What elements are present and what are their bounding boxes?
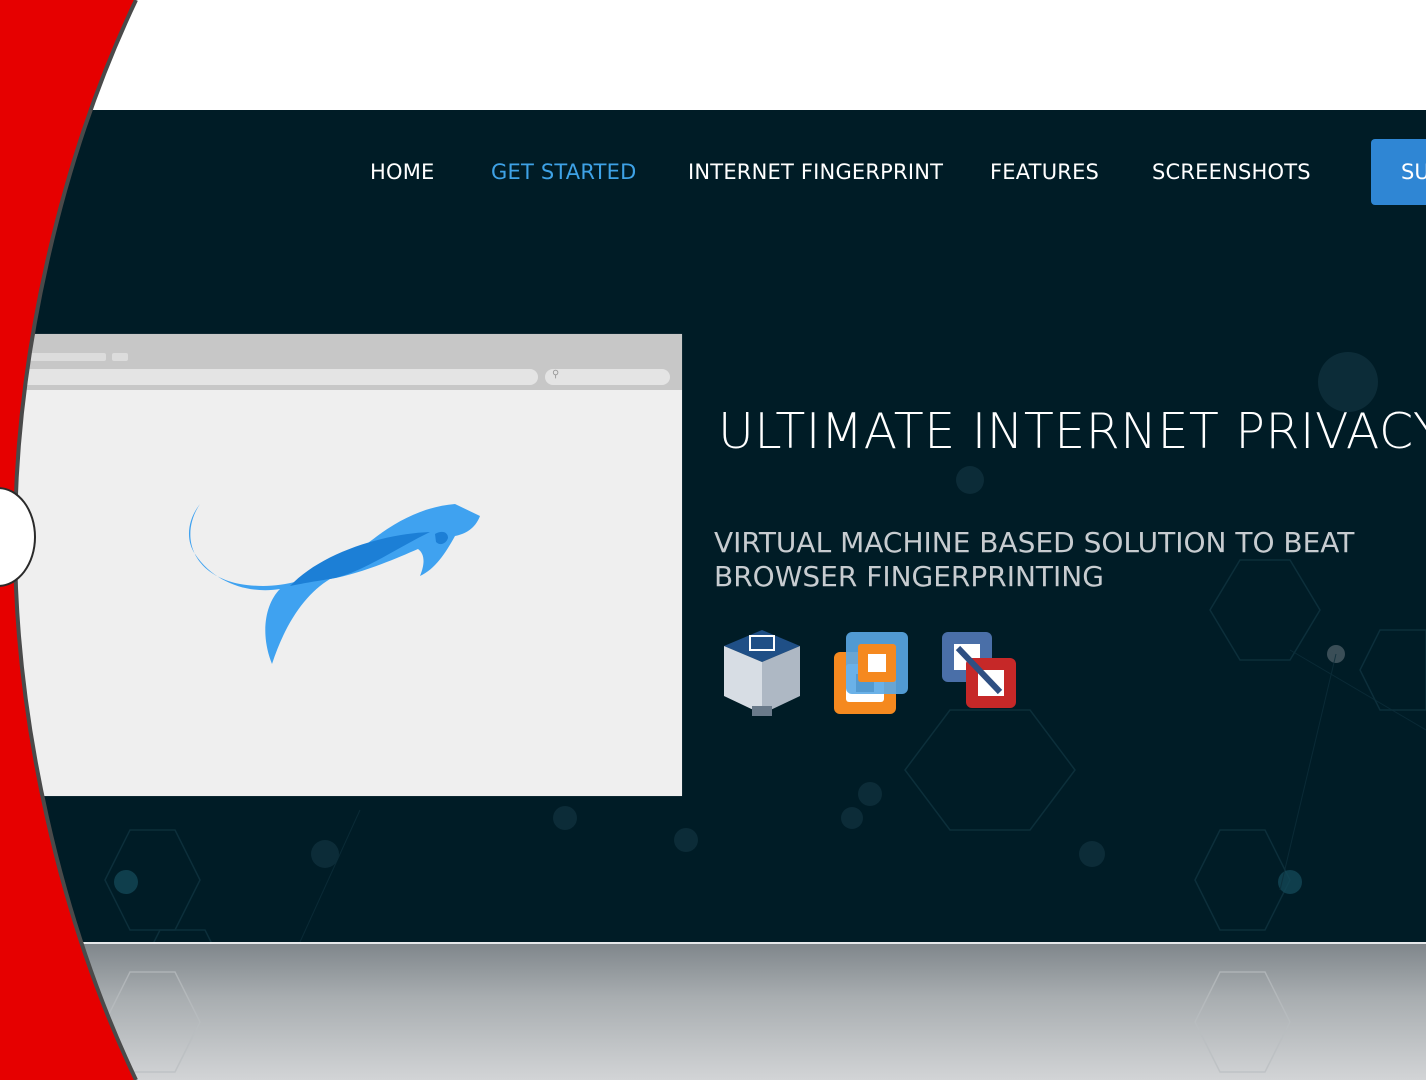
- window-dot: [22, 342, 29, 349]
- browser-tab: [30, 353, 106, 361]
- divider: [0, 942, 1426, 944]
- subscribe-button[interactable]: SU: [1371, 139, 1426, 205]
- fox-logo-icon: [188, 504, 480, 664]
- nav-features[interactable]: FEATURES: [990, 160, 1099, 184]
- nav-get-started[interactable]: GET STARTED: [491, 160, 636, 184]
- new-tab-button: [112, 353, 128, 361]
- vmware-icon: [834, 632, 908, 714]
- browser-mockup: ⚲: [0, 334, 682, 796]
- hero-section: HOME GET STARTED INTERNET FINGERPRINT FE…: [0, 110, 1426, 942]
- main-navigation: HOME GET STARTED INTERNET FINGERPRINT FE…: [0, 110, 1426, 236]
- hero-reflection: [0, 942, 1426, 1080]
- nav-home[interactable]: HOME: [370, 160, 435, 184]
- browser-toolbar: ⚲: [0, 334, 682, 390]
- parallels-icon: [942, 632, 1016, 708]
- virtualbox-icon: [724, 630, 800, 716]
- search-icon: ⚲: [552, 369, 560, 380]
- hero-subheadline: VIRTUAL MACHINE BASED SOLUTION TO BEAT B…: [714, 526, 1355, 593]
- nav-internet-fingerprint[interactable]: INTERNET FINGERPRINT: [688, 160, 943, 184]
- browser-search-box: ⚲: [545, 369, 670, 385]
- reflection-pattern: [104, 971, 1291, 1073]
- hero-headline: ULTIMATE INTERNET PRIVACY: [718, 403, 1426, 460]
- nav-screenshots[interactable]: SCREENSHOTS: [1152, 160, 1311, 184]
- address-bar: [6, 369, 538, 385]
- vm-icon-row: [724, 630, 1016, 716]
